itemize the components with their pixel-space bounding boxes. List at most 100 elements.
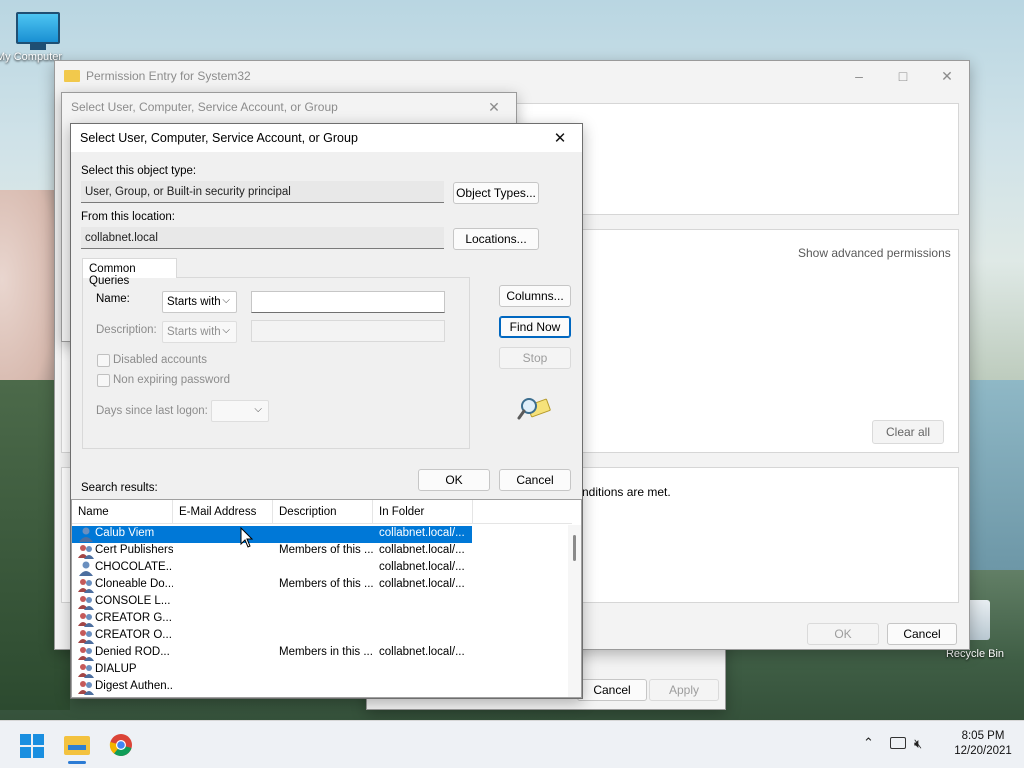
cell-name: Calub Viem (95, 527, 155, 539)
group-icon (78, 664, 94, 678)
perm-ok-button[interactable]: OK (807, 623, 879, 645)
location-label: From this location: (81, 211, 175, 223)
active-app-indicator (68, 761, 86, 764)
tab-common-queries[interactable]: Common Queries (82, 258, 177, 287)
clear-all-button[interactable]: Clear all (872, 420, 944, 444)
cell-name: Cert Publishers (95, 544, 173, 556)
chrome-taskbar-icon[interactable] (109, 733, 133, 757)
cell-name: Digest Authen... (95, 680, 173, 692)
select-user-dialog: Select User, Computer, Service Account, … (70, 123, 583, 699)
taskbar: ⌃ 🔇︎ 8:05 PM 12/20/2021 (0, 720, 1024, 768)
monitor-icon (16, 12, 60, 44)
table-row[interactable]: Cloneable Do... Members of this ... collab… (72, 577, 472, 594)
cell-description: Members of this ... (279, 578, 374, 590)
column-header-folder[interactable]: In Folder (373, 500, 473, 524)
clock[interactable]: 8:05 PM 12/20/2021 (954, 730, 1012, 757)
search-results-label: Search results: (81, 482, 158, 494)
name-input[interactable] (251, 291, 445, 313)
start-windows-icon[interactable] (20, 734, 44, 758)
cell-name: DIALUP (95, 663, 137, 675)
column-header-email[interactable]: E-Mail Address (173, 500, 273, 524)
object-types-button[interactable]: Object Types... (453, 182, 539, 204)
cell-folder: collabnet.local/... (379, 527, 465, 539)
bg-select-dialog-title: Select User, Computer, Service Account, … (71, 100, 338, 114)
cell-name: Denied ROD... (95, 646, 170, 658)
cell-name: CREATOR G... (95, 612, 172, 624)
stop-button[interactable]: Stop (499, 347, 571, 369)
cell-folder: collabnet.local/... (379, 646, 465, 658)
chevron-down-icon: ⌵ (222, 325, 230, 336)
column-header-description[interactable]: Description (273, 500, 373, 524)
table-row[interactable]: Calub Viem collabnet.local/... (72, 526, 472, 543)
conditions-text: nditions are met. (582, 485, 671, 499)
group-icon (78, 630, 94, 644)
chevron-down-icon: ⌵ (222, 295, 230, 306)
user-icon (79, 527, 93, 542)
cell-folder: collabnet.local/... (379, 544, 465, 556)
cell-description: Members of this ... (279, 544, 374, 556)
cancel-button[interactable]: Cancel (499, 469, 571, 491)
table-row[interactable]: Digest Authen... (72, 679, 472, 696)
bg-close-button[interactable]: ✕ (472, 92, 516, 122)
file-explorer-taskbar-icon[interactable] (64, 733, 90, 755)
column-header-name[interactable]: Name (72, 500, 173, 524)
cell-description: Members in this ... (279, 646, 373, 658)
columns-button[interactable]: Columns... (499, 285, 571, 307)
table-row[interactable]: Cert Publishers Members of this ... collab… (72, 543, 472, 560)
non-expiring-password-checkbox[interactable] (97, 374, 110, 387)
name-filter-select[interactable]: Starts with ⌵ (162, 291, 237, 313)
search-magnifier-icon (517, 398, 551, 420)
disabled-accounts-checkbox[interactable] (97, 354, 110, 367)
user-icon (79, 561, 93, 576)
table-row[interactable]: CONSOLE L... (72, 594, 472, 611)
group-icon (78, 596, 94, 610)
perm-cancel-button[interactable]: Cancel (887, 623, 957, 645)
ok-button[interactable]: OK (418, 469, 490, 491)
cell-name: Cloneable Do... (95, 578, 173, 590)
network-icon[interactable] (890, 737, 906, 749)
chevron-up-icon[interactable]: ⌃ (863, 735, 874, 751)
dialog-close-button[interactable]: ✕ (538, 123, 582, 153)
table-row[interactable]: DIALUP (72, 662, 472, 679)
cell-name: CHOCOLATE... (95, 561, 173, 573)
group-icon (78, 647, 94, 661)
folder-icon (64, 70, 80, 82)
mouse-cursor-icon (240, 527, 254, 548)
my-computer-desktop-icon[interactable]: My Computer (0, 12, 66, 63)
dialog-title: Select User, Computer, Service Account, … (80, 131, 358, 145)
behind-cancel-button[interactable]: Cancel (577, 679, 647, 701)
description-filter-select[interactable]: Starts with ⌵ (162, 321, 237, 343)
group-icon (78, 613, 94, 627)
minimize-button[interactable]: – (837, 61, 881, 91)
show-advanced-permissions-link[interactable]: Show advanced permissions (798, 246, 951, 260)
find-now-button[interactable]: Find Now (499, 316, 571, 338)
results-scrollbar[interactable] (568, 525, 581, 697)
table-row[interactable]: Denied ROD... Members in this ... collabne… (72, 645, 472, 662)
chevron-down-icon: ⌵ (254, 404, 262, 415)
description-input[interactable] (251, 320, 445, 342)
volume-muted-icon[interactable]: 🔇︎ (914, 736, 922, 752)
table-row[interactable]: CHOCOLATE... collabnet.local/... (72, 560, 472, 577)
non-expiring-password-label: Non expiring password (113, 374, 230, 386)
clock-date: 12/20/2021 (954, 745, 1012, 757)
locations-button[interactable]: Locations... (453, 228, 539, 250)
location-field: collabnet.local (81, 227, 444, 249)
group-icon (78, 681, 94, 695)
name-label: Name: (96, 293, 130, 305)
days-since-logon-label: Days since last logon: (96, 405, 208, 417)
scrollbar-thumb[interactable] (573, 535, 576, 561)
maximize-button[interactable]: □ (881, 61, 925, 91)
behind-apply-button[interactable]: Apply (649, 679, 719, 701)
object-type-field: User, Group, or Built-in security princi… (81, 181, 444, 203)
description-label: Description: (96, 324, 157, 336)
cell-name: CREATOR O... (95, 629, 172, 641)
group-icon (78, 545, 94, 559)
object-type-label: Select this object type: (81, 165, 197, 177)
search-results-list[interactable]: Name E-Mail Address Description In Folde… (71, 499, 582, 698)
table-row[interactable]: CREATOR G... (72, 611, 472, 628)
disabled-accounts-label: Disabled accounts (113, 354, 207, 366)
table-row[interactable]: CREATOR O... (72, 628, 472, 645)
days-since-logon-select[interactable]: ⌵ (211, 400, 269, 422)
results-header: Name E-Mail Address Description In Folde… (72, 500, 572, 524)
close-button[interactable]: ✕ (925, 61, 969, 91)
